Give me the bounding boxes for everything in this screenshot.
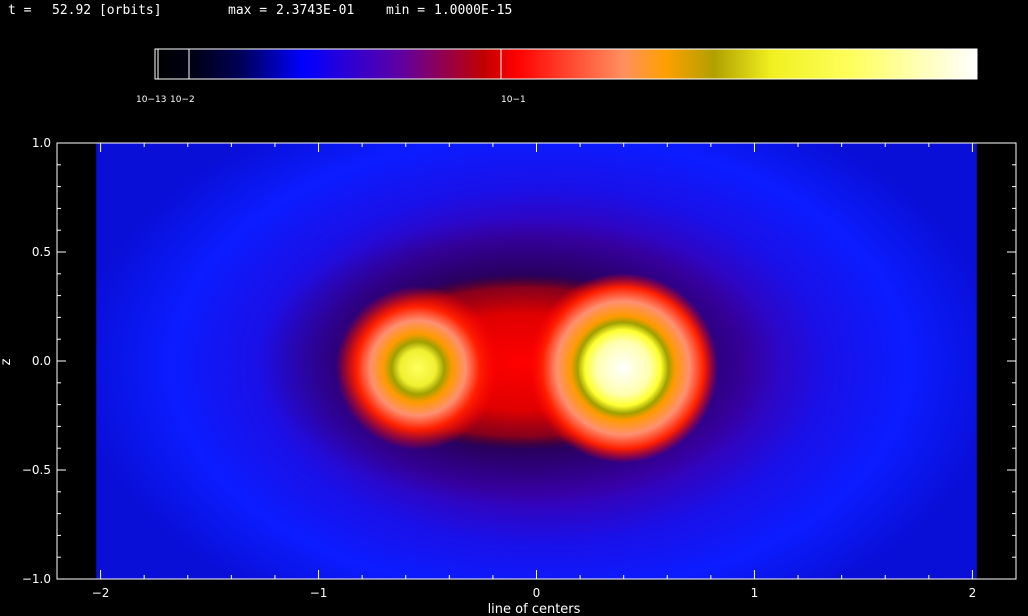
- y-tick-label: 0.0: [32, 354, 51, 368]
- colorbar-label-1e-13: 10−13: [136, 95, 166, 105]
- y-tick-label: −0.5: [22, 463, 51, 477]
- star-left: [336, 286, 500, 450]
- plot-area: [56, 142, 1017, 580]
- colorbar-label-1e-2: 10−2: [170, 95, 195, 105]
- star-right: [528, 273, 718, 463]
- x-tick-label: −2: [92, 586, 110, 600]
- colorbar-label-1e-1: 10−1: [501, 95, 526, 105]
- x-tick-label: 2: [969, 586, 977, 600]
- y-tick-label: −1.0: [22, 572, 51, 586]
- y-tick-label: 1.0: [32, 136, 51, 150]
- figure: 10−13 10−2 10−1 −2 −1 0 1 2 −1.0 −0.5 0.0 0.5 1.0…: [0, 48, 1017, 616]
- colorbar-gradient: [154, 48, 978, 80]
- x-axis-label: line of centers: [488, 602, 581, 616]
- colorbar: 10−13 10−2 10−1: [136, 48, 978, 105]
- y-tick-label: 0.5: [32, 245, 51, 259]
- x-tick-label: 0: [533, 586, 541, 600]
- x-tick-label: 1: [751, 586, 759, 600]
- x-tick-label: −1: [310, 586, 328, 600]
- y-axis-label: z: [0, 358, 14, 365]
